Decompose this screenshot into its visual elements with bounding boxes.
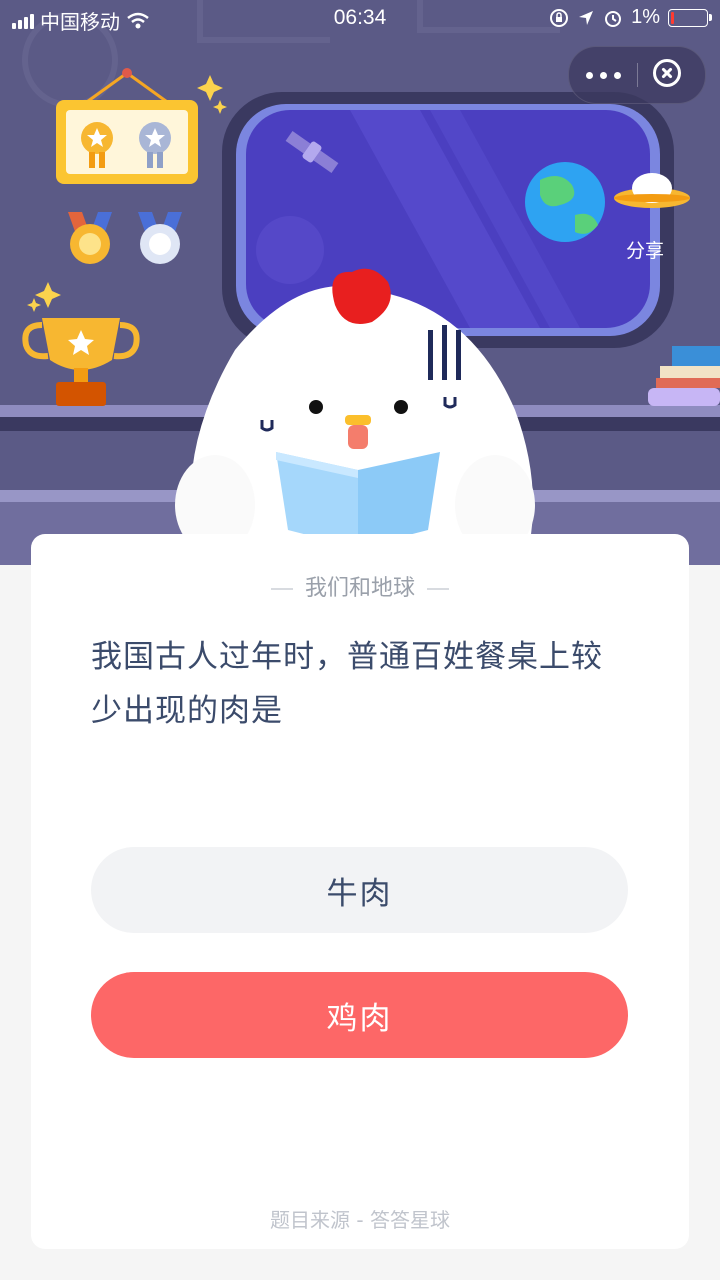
mini-program-capsule — [568, 46, 706, 104]
orientation-lock-icon — [550, 8, 569, 27]
answer-option-2[interactable]: 鸡肉 — [91, 972, 628, 1058]
question-source: 题目来源 - 答答星球 — [270, 1208, 450, 1232]
question-card: 我们和地球 我国古人过年时，普通百姓餐桌上较少出现的肉是 牛肉 鸡肉 题目来源 … — [31, 534, 689, 1249]
location-icon — [579, 10, 594, 25]
battery-icon — [668, 8, 712, 27]
capsule-divider — [637, 63, 638, 87]
answer-option-1[interactable]: 牛肉 — [91, 847, 628, 933]
battery-percent: 1% — [631, 6, 660, 28]
medal-frame — [56, 68, 198, 184]
ribbon-medals — [68, 212, 182, 264]
books — [648, 346, 720, 406]
trophy-icon — [22, 318, 140, 406]
status-bar: 中国移动 06:34 1% — [0, 0, 720, 38]
share-button[interactable]: 分享 — [626, 236, 664, 263]
question-category: 我们和地球 — [31, 570, 689, 602]
alarm-icon — [605, 10, 622, 27]
question-text: 我国古人过年时，普通百姓餐桌上较少出现的肉是 — [91, 639, 603, 729]
close-circle-icon[interactable] — [653, 59, 681, 87]
more-dots-icon[interactable] — [569, 47, 637, 103]
